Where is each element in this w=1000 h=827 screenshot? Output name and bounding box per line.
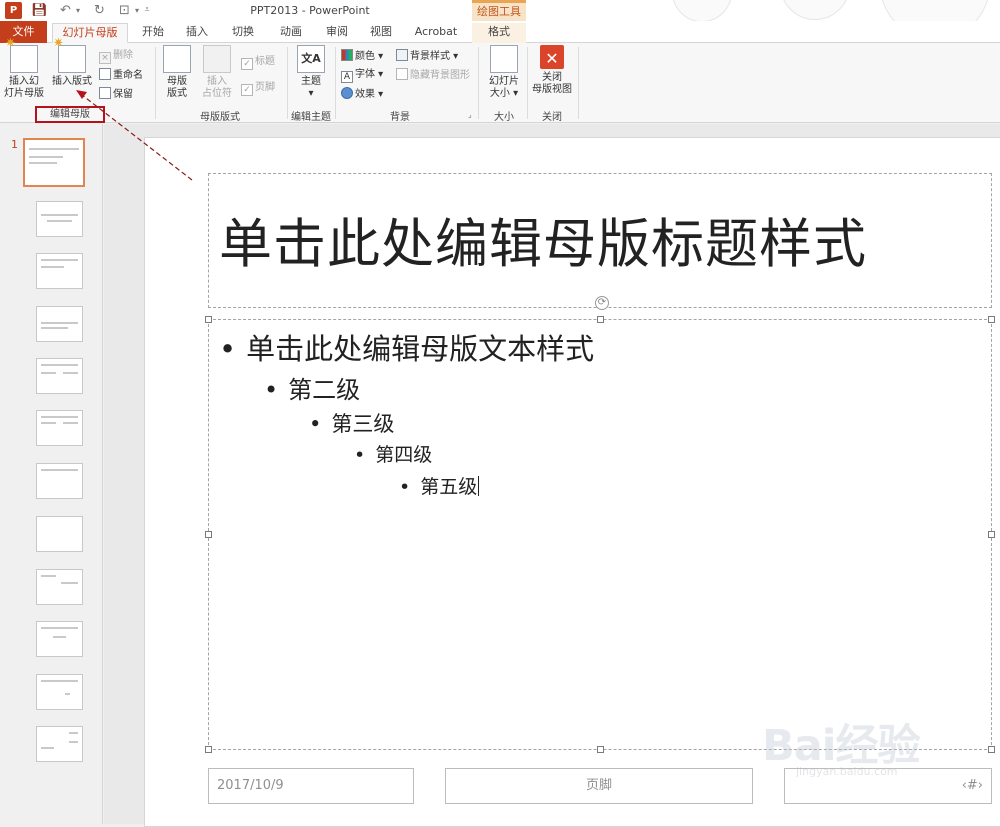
layout-thumbnail[interactable] [36,463,83,499]
group-label-master-layout: 母版版式 [200,112,240,123]
tab-home[interactable]: 开始 [134,23,172,43]
tab-view[interactable]: 视图 [362,23,400,43]
hide-background-graphics-checkbox[interactable]: 隐藏背景图形 [396,68,470,83]
group-separator [527,47,528,119]
rename-button[interactable]: 重命名 [99,68,143,83]
resize-handle[interactable] [205,316,212,323]
contextual-group-label: 绘图工具 [472,0,526,21]
background-styles-icon [396,49,408,61]
tab-transitions[interactable]: 切换 [222,23,264,43]
insert-slide-master-button[interactable]: 插入幻 灯片母版 [3,38,45,100]
title-text[interactable]: 单击此处编辑母版标题样式 [219,202,867,278]
resize-handle[interactable] [988,746,995,753]
layout-thumbnail[interactable] [36,358,83,394]
watermark-url: jingyan.baidu.com [796,765,898,778]
dropdown-arrow-icon: ▾ [308,88,314,99]
layout-thumbnail[interactable] [36,726,83,762]
background-styles-button[interactable]: 背景样式 ▾ [396,49,458,64]
checkbox-icon: ✓ [241,84,253,96]
title-checkbox[interactable]: ✓ 标题 [241,55,275,70]
master-layout-button[interactable]: 母版 版式 [160,45,194,100]
themes-icon: 文A [297,45,325,73]
colors-icon [341,49,353,61]
checkbox-icon: ✓ [241,58,253,70]
group-label-edit-master: 编辑母版 [35,106,105,123]
close-icon: ✕ [540,45,564,69]
layout-thumbnail[interactable] [36,516,83,552]
ribbon-tabs: 文件 幻灯片母版 开始 插入 切换 动画 审阅 视图 Acrobat 格式 [0,21,1000,43]
insert-layout-button[interactable]: 插入版式 [48,38,96,88]
resize-handle[interactable] [988,531,995,538]
decorative-circle [672,0,732,22]
delete-button[interactable]: × 删除 [99,49,133,64]
slide-master-thumbnail[interactable] [23,138,85,187]
group-label-background: 背景 [390,112,410,123]
text-level-1[interactable]: • 单击此处编辑母版文本样式 [219,326,594,368]
tab-insert[interactable]: 插入 [178,23,216,43]
title-bar: P 💾︎ ↶ ▾ ↻ ⊡ ▾ ⩡ PPT2013 - PowerPoint 绘图… [0,0,1000,40]
body-placeholder[interactable]: • 单击此处编辑母版文本样式 • 第二级 • 第三级 • 第四级 • 第五级 [205,316,995,753]
window-title: PPT2013 - PowerPoint [250,4,370,17]
decorative-circle [780,0,850,20]
layout-thumbnail[interactable] [36,621,83,657]
group-separator [478,47,479,119]
group-label-close: 关闭 [542,112,562,123]
effects-icon [341,87,353,99]
preserve-button[interactable]: 保留 [99,87,133,102]
group-separator [155,47,156,119]
insert-slide-master-icon [5,38,38,73]
tab-format[interactable]: 格式 [472,23,526,43]
group-separator [335,47,336,119]
footer-placeholder[interactable]: 页脚 [445,768,753,804]
resize-handle[interactable] [597,316,604,323]
themes-button[interactable]: 文A 主题 ▾ [292,45,330,100]
slide-size-button[interactable]: 幻灯片 大小 ▾ [483,45,525,100]
dialog-launcher-icon[interactable]: ⌟ [468,110,472,119]
text-level-4[interactable]: • 第四级 [354,440,432,467]
watermark-logo: Bai经验 [762,721,921,771]
checkbox-icon [396,68,408,80]
group-label-size: 大小 [494,112,514,123]
text-cursor [478,476,480,496]
insert-layout-icon [53,38,86,73]
date-placeholder[interactable]: 2017/10/9 [208,768,414,804]
tab-review[interactable]: 审阅 [318,23,356,43]
rotate-handle-icon[interactable]: ⟳ [595,296,609,310]
slide-size-icon [490,45,518,73]
resize-handle[interactable] [597,746,604,753]
title-placeholder[interactable]: 单击此处编辑母版标题样式 [208,173,992,308]
group-separator [578,47,579,119]
text-level-5[interactable]: • 第五级 [399,472,480,499]
ribbon: 插入幻 灯片母版 插入版式 ×删除 重命名 保留 编辑母版 母版 版式 插入 占… [0,38,1000,123]
layout-thumbnail[interactable] [36,306,83,342]
group-label-edit-theme: 编辑主题 [291,112,331,123]
resize-handle[interactable] [988,316,995,323]
rename-icon [99,68,111,80]
insert-placeholder-icon [203,45,231,73]
fonts-icon: A [341,71,353,83]
colors-button[interactable]: 颜色 ▾ [341,49,383,64]
resize-handle[interactable] [205,746,212,753]
effects-button[interactable]: 效果 ▾ [341,87,383,102]
thumbnail-number: 1 [11,138,18,151]
slide-thumbnail-pane: 1 [0,124,103,824]
layout-thumbnail[interactable] [36,201,83,237]
tab-acrobat[interactable]: Acrobat [407,23,465,43]
master-layout-icon [163,45,191,73]
text-level-2[interactable]: • 第二级 [264,370,360,405]
baidu-watermark: Bai经验 jingyan.baidu.com [738,705,978,783]
text-level-3[interactable]: • 第三级 [309,408,394,438]
layout-thumbnail[interactable] [36,253,83,289]
insert-placeholder-button[interactable]: 插入 占位符 [196,45,238,100]
footer-checkbox[interactable]: ✓ 页脚 [241,81,275,96]
layout-thumbnail[interactable] [36,674,83,710]
layout-thumbnail[interactable] [36,410,83,446]
resize-handle[interactable] [205,531,212,538]
close-master-view-button[interactable]: ✕ 关闭 母版视图 [530,45,574,96]
delete-icon: × [99,52,111,64]
fonts-button[interactable]: A 字体 ▾ [341,68,383,83]
tab-animations[interactable]: 动画 [270,23,312,43]
layout-thumbnail[interactable] [36,569,83,605]
preserve-icon [99,87,111,99]
